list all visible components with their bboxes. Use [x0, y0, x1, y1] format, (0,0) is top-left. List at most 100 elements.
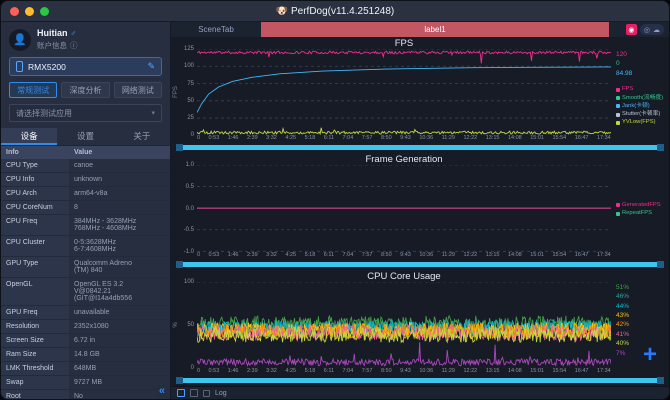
tab-about[interactable]: 关于 — [114, 128, 170, 145]
x-tick-label: 13:15 — [486, 135, 500, 143]
scrollbar-left-handle[interactable] — [176, 144, 183, 151]
maximize-button[interactable] — [40, 7, 49, 16]
x-tick-label: 3:32 — [266, 252, 277, 260]
x-tick-label: 15:54 — [552, 135, 566, 143]
tab-device[interactable]: 设备 — [1, 128, 57, 145]
minimize-button[interactable] — [25, 7, 34, 16]
x-tick-label: 15:01 — [530, 368, 544, 376]
fps-plot[interactable] — [197, 49, 611, 135]
chart-panel-cpu-core-usage: CPU Core Usage %050100 51%46%44%43%42%41… — [171, 270, 669, 386]
table-row: OpenGLOpenGL ES 3.2 V@0842.21 (GIT@I14a4… — [1, 278, 170, 306]
value-cell: 9727 MB — [69, 376, 170, 389]
table-row: CPU Freq384MHz - 3628MHz 768MHz - 4608MH… — [1, 215, 170, 236]
legend-item[interactable]: Stutter(卡顿率) — [616, 111, 667, 118]
value-cell: No — [69, 390, 170, 399]
console-icon[interactable] — [177, 389, 185, 397]
info-cell: CPU Type — [1, 159, 69, 172]
legend-item[interactable]: GeneratedFPS — [616, 202, 667, 209]
y-tick-label: 50 — [187, 322, 194, 328]
x-tick-label: 5:18 — [305, 252, 316, 260]
info-cell: Swap — [1, 376, 69, 389]
label-banner[interactable]: label1 — [261, 22, 609, 37]
x-tick-label: 11:29 — [442, 368, 455, 376]
legend-item[interactable]: Jank(卡顿) — [616, 103, 667, 110]
legend-item[interactable]: FPS — [616, 86, 667, 93]
header-info: Info — [1, 146, 69, 159]
sidebar-collapse-icon[interactable]: « — [157, 385, 167, 397]
chart-scrollbar[interactable] — [176, 377, 664, 384]
device-selector[interactable]: RMX5200 ✎ — [9, 57, 162, 76]
scrollbar-right-handle[interactable] — [657, 377, 664, 384]
info-tabs: 设备 设置 关于 — [1, 128, 170, 146]
scrollbar-right-handle[interactable] — [657, 144, 664, 151]
window-title-text: PerfDog(v11.4.251248) — [291, 6, 394, 17]
x-tick-label: 2:39 — [247, 368, 258, 376]
y-tick-label: 0 — [191, 365, 194, 371]
table-row: Resolution2352x1080 — [1, 320, 170, 334]
y-tick-label: 50 — [187, 98, 194, 104]
scrollbar-left-handle[interactable] — [176, 261, 183, 268]
grid-icon[interactable] — [190, 389, 198, 397]
x-tick-label: 15:54 — [552, 368, 566, 376]
user-profile[interactable]: 👤 Huitian ♂ 账户信息 ⓘ — [1, 22, 170, 55]
legend-item[interactable]: Smooth(流畅度) — [616, 95, 667, 102]
scrollbar-right-handle[interactable] — [657, 261, 664, 268]
user-name: Huitian — [37, 28, 68, 38]
legend-label: FPS — [622, 86, 633, 93]
tab-settings[interactable]: 设置 — [57, 128, 113, 145]
x-tick-label: 0 — [197, 135, 200, 143]
y-axis-title: % — [173, 315, 179, 335]
edit-icon[interactable]: ✎ — [147, 61, 155, 72]
x-tick-label: 17:34 — [597, 135, 611, 143]
x-tick-label: 16:47 — [575, 368, 589, 376]
chevron-down-icon: ▾ — [151, 109, 155, 117]
scrollbar-left-handle[interactable] — [176, 377, 183, 384]
x-tick-label: 16:47 — [575, 252, 589, 260]
x-tick-label: 11:29 — [442, 252, 455, 260]
y-axis-title: FPS — [173, 82, 179, 102]
x-tick-label: 9:43 — [400, 135, 411, 143]
legend-item[interactable]: YVLow(FPS) — [616, 119, 667, 126]
table-row: CPU Cluster0-5:3628MHz 6-7:4608MHz — [1, 236, 170, 257]
cpu-core-usage-plot[interactable] — [197, 282, 611, 368]
record-button[interactable]: ◉ — [626, 24, 637, 35]
main-area: SceneTab label1 ◉ ◎ ☁ FPS FPS02550751001… — [171, 22, 669, 399]
scrollbar-thumb[interactable] — [183, 145, 657, 150]
scene-tab[interactable]: SceneTab — [171, 22, 261, 37]
value-cell: 14.8 GB — [69, 348, 170, 361]
y-tick-label: 0 — [191, 132, 194, 138]
target-icon[interactable]: ◎ — [644, 26, 650, 34]
cloud-icon[interactable]: ☁ — [653, 26, 660, 34]
legend-swatch — [616, 212, 620, 216]
app-select-dropdown[interactable]: 请选择测试应用 ▾ — [9, 104, 162, 122]
x-tick-label: 9:43 — [400, 252, 411, 260]
table-row: CPU Archarm64-v8a — [1, 187, 170, 201]
legend-label: RepeatFPS — [622, 210, 652, 217]
info-cell: CPU Cluster — [1, 236, 69, 256]
legend-item[interactable]: RepeatFPS — [616, 210, 667, 217]
x-tick-label: 17:34 — [597, 252, 611, 260]
tab-normal-test[interactable]: 常规测试 — [9, 82, 57, 98]
x-tick-label: 9:43 — [400, 368, 411, 376]
chart-title: CPU Core Usage — [197, 271, 611, 282]
value-cell: unknown — [69, 173, 170, 186]
tab-network-test[interactable]: 网络测试 — [114, 82, 162, 98]
x-tick-label: 14:08 — [508, 135, 522, 143]
window-title: 🐶 PerfDog(v11.4.251248) — [1, 6, 669, 17]
scrollbar-thumb[interactable] — [183, 378, 657, 383]
close-button[interactable] — [10, 7, 19, 16]
frame-generation-plot[interactable] — [197, 165, 611, 251]
add-chart-button[interactable]: + — [643, 346, 657, 364]
x-tick-label: 3:32 — [266, 135, 277, 143]
tab-deep-analysis[interactable]: 深度分析 — [61, 82, 109, 98]
value-cell: OpenGL ES 3.2 V@0842.21 (GIT@I14a4db556 — [69, 278, 170, 305]
chart-scrollbar[interactable] — [176, 144, 664, 151]
chart-scrollbar[interactable] — [176, 261, 664, 268]
x-tick-label: 7:57 — [362, 368, 373, 376]
x-tick-label: 7:57 — [362, 135, 373, 143]
info-cell: Screen Size — [1, 334, 69, 347]
scrollbar-thumb[interactable] — [183, 262, 657, 267]
account-info-label[interactable]: 账户信息 — [37, 40, 67, 51]
x-tick-label: 0:53 — [209, 252, 220, 260]
log-checkbox[interactable] — [203, 390, 210, 397]
